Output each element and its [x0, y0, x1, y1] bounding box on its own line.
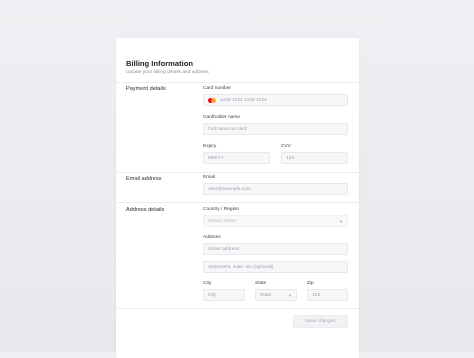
- save-button[interactable]: Save changes: [293, 315, 348, 328]
- cardholder-label: Cardholder name: [203, 115, 241, 120]
- page-title: Billing Information: [126, 59, 194, 68]
- zip-label: Zip: [307, 281, 314, 286]
- country-label: Country / Region: [203, 207, 239, 212]
- city-input[interactable]: City: [203, 289, 245, 301]
- section-label-email: Email address: [126, 176, 162, 182]
- state-select[interactable]: State ▼: [255, 289, 297, 301]
- card-number-placeholder: 1234 1234 1234 1234: [220, 97, 267, 103]
- city-label: City: [203, 281, 212, 286]
- card-number-input[interactable]: 1234 1234 1234 1234: [203, 94, 348, 106]
- card-number-label: Card number: [203, 86, 231, 91]
- section-label-address: Address details: [126, 207, 165, 213]
- billing-card: Billing Information Update your billing …: [116, 38, 359, 358]
- divider: [116, 172, 359, 173]
- state-label: State: [255, 281, 267, 286]
- zip-input[interactable]: 123: [307, 289, 348, 301]
- chevron-down-icon: ▼: [339, 219, 343, 224]
- address-label: Address: [203, 235, 221, 240]
- section-label-payment: Payment details: [126, 86, 166, 92]
- page-subtitle: Update your billing details and address: [126, 70, 209, 75]
- mastercard-icon: [208, 97, 216, 103]
- cvv-label: CVV: [281, 144, 291, 149]
- email-input[interactable]: user@example.com: [203, 183, 348, 195]
- street-input[interactable]: Street address: [203, 243, 348, 255]
- cardholder-input[interactable]: Full name on card: [203, 123, 348, 135]
- divider: [116, 82, 359, 83]
- cvv-input[interactable]: 123: [281, 152, 348, 164]
- country-value: United States: [208, 218, 237, 224]
- chevron-down-icon: ▼: [288, 293, 292, 298]
- expiry-label: Expiry: [203, 144, 217, 149]
- divider: [116, 202, 359, 203]
- country-select[interactable]: United States ▼: [203, 215, 348, 227]
- apartment-input[interactable]: Apartment, suite, etc (optional): [203, 261, 348, 273]
- state-value: State: [260, 292, 272, 298]
- email-label: Email: [203, 175, 215, 180]
- divider: [116, 308, 359, 309]
- expiry-input[interactable]: MM/YY: [203, 152, 270, 164]
